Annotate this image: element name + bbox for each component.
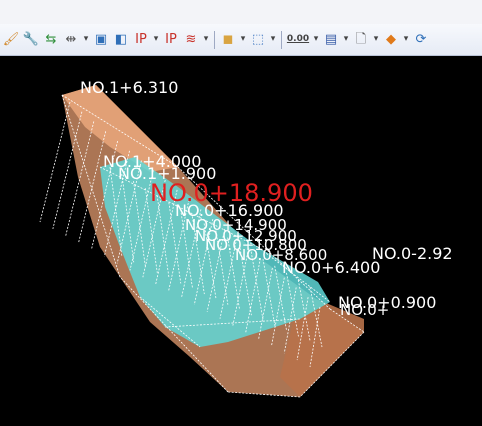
- ip-icon[interactable]: IP: [132, 31, 150, 49]
- dropdown-arrow-icon[interactable]: ▾: [82, 31, 90, 49]
- toolbar: 🖌 🔧 ⇆ ⇹ ▾ ▣ ◧ IP ▾ IP ≋ ▾ ◼ ▾ ⬚ ▾ 0.00 ▾ ▤ ▾ 🗋 ▾ ◆ ▾ ⟳: [0, 24, 482, 56]
- dropdown-arrow-icon[interactable]: ▾: [269, 31, 277, 49]
- image-icon[interactable]: ▣: [92, 31, 110, 49]
- ip-bold-icon[interactable]: IP: [162, 31, 180, 49]
- wrench-icon[interactable]: 🔧: [22, 31, 40, 49]
- toolbar-separator: [214, 30, 215, 49]
- dropdown-arrow-icon[interactable]: ▾: [239, 31, 247, 49]
- station-label: NO.0-2.92: [372, 244, 453, 263]
- cube-icon[interactable]: ⬚: [249, 31, 267, 49]
- station-label: NO.0+: [340, 301, 389, 319]
- box-icon[interactable]: ◼: [219, 31, 237, 49]
- dropdown-arrow-icon[interactable]: ▾: [372, 31, 380, 49]
- window-icon[interactable]: ▤: [322, 31, 340, 49]
- 3d-viewport[interactable]: NO.1+6.310 NO.1+4.000 NO.1+1.900 NO.0+18.90…: [0, 57, 482, 422]
- station-label: NO.1+6.310: [80, 78, 178, 97]
- paint-icon[interactable]: 🖌: [2, 31, 20, 49]
- align-icon[interactable]: ⇹: [62, 31, 80, 49]
- refresh-icon[interactable]: ⟳: [412, 31, 430, 49]
- model-canvas[interactable]: NO.1+6.310NO.1+4.000NO.1+1.900NO.0+18.90…: [0, 57, 482, 422]
- station-label: NO.0+6.400: [282, 258, 380, 277]
- toolbar-separator: [281, 30, 282, 49]
- title-strip: [0, 0, 482, 25]
- diamond-icon[interactable]: ◆: [382, 31, 400, 49]
- page-icon[interactable]: 🗋: [352, 31, 370, 49]
- dropdown-arrow-icon[interactable]: ▾: [402, 31, 410, 49]
- dropdown-arrow-icon[interactable]: ▾: [202, 31, 210, 49]
- dropdown-arrow-icon[interactable]: ▾: [342, 31, 350, 49]
- frame-icon[interactable]: ◧: [112, 31, 130, 49]
- dropdown-arrow-icon[interactable]: ▾: [312, 31, 320, 49]
- dropdown-arrow-icon[interactable]: ▾: [152, 31, 160, 49]
- wave-icon[interactable]: ≋: [182, 31, 200, 49]
- swap-arrows-icon[interactable]: ⇆: [42, 31, 60, 49]
- decimal-icon[interactable]: 0.00: [286, 31, 310, 49]
- mesh-line: [39, 101, 71, 223]
